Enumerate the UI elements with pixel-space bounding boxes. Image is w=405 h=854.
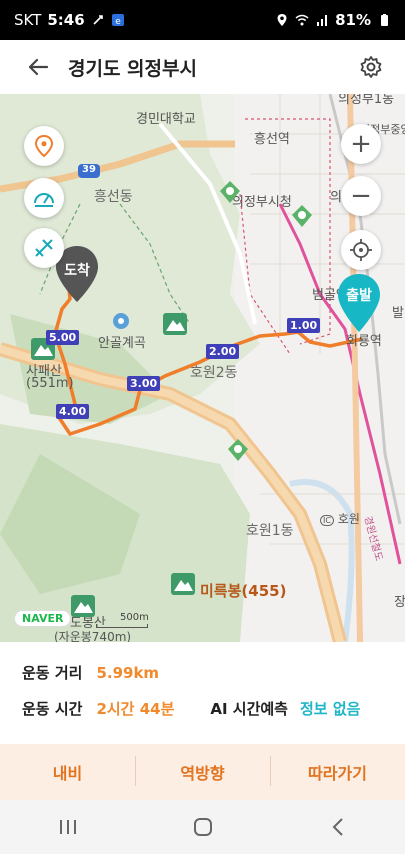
mountain-icon: [171, 573, 195, 595]
valley-icon: [113, 313, 129, 329]
map-scale: 500m: [96, 612, 149, 628]
follow-button[interactable]: 따라가기: [270, 756, 405, 786]
distance-label: 운동 거리: [22, 664, 83, 682]
map-view[interactable]: 경민대학교 흥선역 흥선동 의정부시청 범골역 회룡역 안골계곡 호원2동 호원…: [0, 94, 405, 642]
reverse-button[interactable]: 역방향: [135, 756, 270, 786]
park-icon: [228, 439, 248, 461]
km-marker-2: 2.00: [206, 344, 240, 359]
label-hoewon-ic: IC 호원: [320, 510, 360, 527]
page-title: 경기도 의정부시: [68, 57, 197, 80]
back-arrow-icon: [28, 58, 49, 76]
km-marker-4: 4.00: [56, 404, 90, 419]
crosshair-icon: [350, 239, 372, 261]
distance-value: 5.99km: [96, 663, 160, 682]
action-bar: 내비 역방향 따라가기: [0, 744, 405, 800]
start-pin[interactable]: 출발: [336, 272, 382, 334]
system-nav-bar: [0, 800, 405, 854]
recenter-button[interactable]: [341, 230, 381, 270]
wifi-icon: [295, 14, 309, 26]
recent-apps-icon: [59, 820, 76, 834]
time-row: 운동 시간 2시간 44분 AI 시간예측 정보 없음: [22, 698, 360, 719]
ai-prediction-label: AI 시간예측: [210, 700, 288, 718]
location-icon: [277, 14, 287, 26]
navigate-button[interactable]: 내비: [0, 760, 135, 784]
mountain-icon: [163, 313, 187, 335]
zoom-in-button[interactable]: +: [341, 124, 381, 164]
zoom-in-icon: +: [350, 129, 372, 159]
settings-button[interactable]: [355, 51, 387, 83]
compass-icon: [34, 193, 54, 207]
home-icon: [193, 818, 212, 836]
status-bar: SKT 5:46 e 81%: [0, 0, 405, 40]
label-topright1: 의정부1동: [338, 94, 395, 107]
start-label: 출발: [346, 288, 372, 304]
usb-icon: [93, 15, 103, 25]
battery-icon: [381, 14, 388, 26]
scale-label: 500m: [120, 612, 149, 623]
km-marker-1: 1.00: [287, 318, 321, 333]
label-sapae-elev: (551m): [26, 376, 74, 391]
park-icon: [292, 205, 312, 227]
notification-icon: e: [111, 14, 124, 27]
recent-apps-button[interactable]: [38, 807, 98, 847]
battery-level: 81%: [335, 11, 371, 29]
clock: 5:46: [47, 11, 85, 29]
label-edge-bal: 발: [392, 306, 404, 321]
road-39-label: 39: [82, 164, 96, 175]
zoom-out-button[interactable]: −: [341, 176, 381, 216]
signal-icon: [317, 15, 328, 26]
label-heungseon-stn: 흥선역: [254, 132, 290, 147]
distance-row: 운동 거리 5.99km: [22, 662, 159, 683]
back-icon: [332, 818, 343, 836]
svg-text:e: e: [115, 17, 121, 27]
carrier: SKT: [14, 11, 42, 29]
my-location-button[interactable]: [24, 126, 64, 166]
label-kyungmin: 경민대학교: [136, 112, 196, 127]
label-hoewon2: 호원2동: [190, 365, 238, 381]
label-heungseon-dong: 흥선동: [94, 189, 133, 205]
time-label: 운동 시간: [22, 700, 83, 718]
label-jaunbong: (자운봉740m): [54, 630, 132, 642]
time-value: 2시간 44분: [96, 700, 175, 718]
zoom-out-icon: −: [350, 181, 372, 211]
route-toggle-icon: [35, 239, 53, 257]
route-toggle-button[interactable]: [24, 228, 64, 268]
compass-button[interactable]: [24, 178, 64, 218]
app-bar: 경기도 의정부시: [0, 40, 405, 94]
back-button[interactable]: [20, 49, 56, 85]
end-label: 도착: [64, 263, 90, 279]
label-angol: 안골계곡: [98, 336, 146, 351]
gear-icon: [360, 56, 382, 78]
mountain-icon: [71, 595, 95, 617]
park-icon: [220, 181, 240, 203]
km-marker-5: 5.00: [46, 330, 80, 345]
scale-bar: [96, 624, 148, 628]
ai-prediction-value: 정보 없음: [300, 700, 361, 718]
label-mireukbong: 미륵봉(455): [200, 582, 287, 600]
back-nav-button[interactable]: [308, 807, 368, 847]
home-button[interactable]: [173, 807, 233, 847]
label-hoewon: 호원: [337, 512, 360, 526]
info-panel: 운동 거리 5.99km 운동 시간 2시간 44분 AI 시간예측 정보 없음: [0, 642, 405, 744]
label-hoewon1: 호원1동: [246, 523, 294, 539]
label-edge-jang: 장: [394, 595, 405, 610]
naver-logo: NAVER: [14, 610, 72, 627]
location-pin-icon: [34, 135, 54, 157]
ic-badge: IC: [320, 515, 334, 526]
km-marker-3: 3.00: [127, 376, 161, 391]
